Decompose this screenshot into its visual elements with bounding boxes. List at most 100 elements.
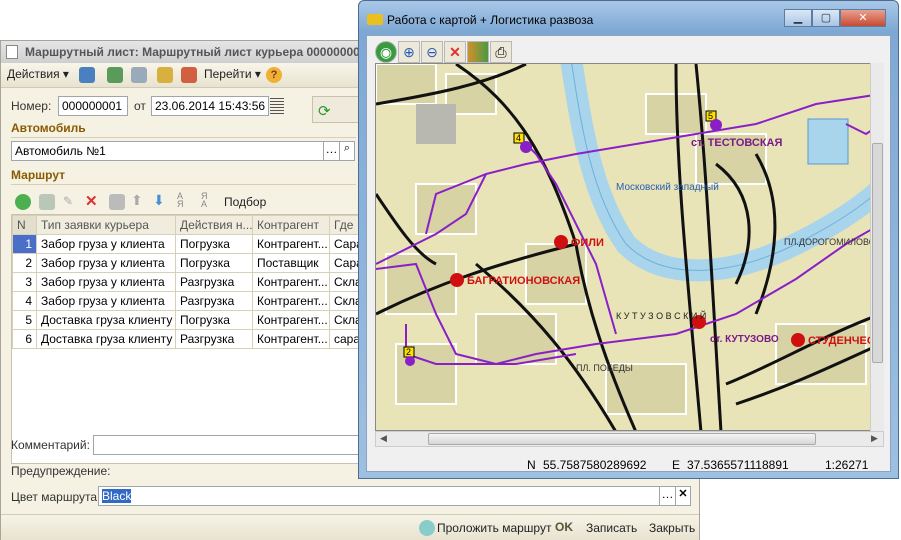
- column-header[interactable]: N: [12, 215, 37, 235]
- end-edit-icon[interactable]: [109, 194, 125, 210]
- scroll-right-arrow[interactable]: ▶: [871, 433, 878, 444]
- build-route-button[interactable]: Проложить маршрут: [437, 521, 551, 539]
- zoom-out-icon[interactable]: ⊖: [421, 41, 443, 63]
- date-from-label: от: [134, 99, 146, 113]
- cell: Сара: [329, 234, 358, 254]
- label-kutuzovsky: К У Т У З О В С К И Й: [616, 310, 706, 321]
- comment-label: Комментарий:: [11, 438, 90, 452]
- horizontal-scrollbar[interactable]: ◀ ▶: [375, 431, 884, 447]
- map-canvas[interactable]: 2 4 5 ст. ТЕСТОВСКАЯ Московский западный…: [375, 63, 880, 431]
- route-color-value: Black: [102, 489, 132, 503]
- cell: Поставщик: [252, 253, 330, 273]
- calendar-icon[interactable]: [270, 98, 284, 114]
- close-window-button[interactable]: ✕: [840, 9, 886, 27]
- clear-map-icon[interactable]: ✕: [444, 41, 466, 63]
- label-pobedy: ПЛ. ПОБЕДЫ: [576, 363, 633, 373]
- move-up-icon[interactable]: ⬆: [131, 192, 147, 208]
- edit-row-icon[interactable]: ✎: [63, 194, 79, 210]
- cell: Контрагент...: [252, 234, 330, 254]
- sort-asc-icon[interactable]: АЯ: [177, 192, 193, 209]
- save-button[interactable]: Записать: [586, 521, 637, 539]
- copy-row-icon[interactable]: [39, 194, 55, 210]
- cell: Скла: [329, 291, 358, 311]
- column-header[interactable]: Тип заявки курьера: [36, 215, 176, 235]
- table-row[interactable]: 2 Забор груза у клиента Погрузка Поставщик С…: [12, 253, 358, 273]
- sort-desc-icon[interactable]: ЯА: [201, 192, 217, 209]
- latitude-label: N: [527, 458, 536, 472]
- pond: [807, 118, 849, 165]
- window-title: Маршрутный лист: Маршрутный лист курьера…: [25, 45, 367, 59]
- vertical-scrollbar[interactable]: [870, 63, 884, 431]
- cell: 3: [12, 272, 37, 292]
- marker-2-label[interactable]: 2: [406, 347, 411, 357]
- globe-icon[interactable]: ◉: [375, 41, 397, 63]
- refresh-cycle-icon: ⟳: [318, 103, 331, 120]
- goto-menu[interactable]: Перейти ▾: [204, 67, 261, 85]
- route-color-input[interactable]: Black: [98, 486, 660, 506]
- cell: Скла: [329, 310, 358, 330]
- cell: Забор груза у клиента: [36, 234, 176, 254]
- route-color-label: Цвет маршрута:: [11, 490, 101, 504]
- column-header[interactable]: Действия н...: [175, 215, 253, 235]
- cell: Доставка груза клиенту: [36, 310, 176, 330]
- minimize-button[interactable]: ▁: [784, 9, 812, 27]
- post-icon[interactable]: [157, 67, 173, 83]
- select-button[interactable]: …: [323, 141, 340, 161]
- cell: Забор груза у клиента: [36, 253, 176, 273]
- clear-icon[interactable]: ✕: [675, 486, 691, 506]
- layers-icon[interactable]: [467, 41, 489, 63]
- map-client-area: ◉ ⊕ ⊖ ✕ ⎙ 2 4 5 ст. ТЕСТОВСКАЯ Московски…: [366, 35, 891, 472]
- document-icon: [6, 45, 18, 59]
- print-icon[interactable]: ⎙: [490, 41, 512, 63]
- zoom-in-icon[interactable]: ⊕: [398, 41, 420, 63]
- move-down-icon[interactable]: ⬇: [153, 192, 169, 208]
- add-row-icon[interactable]: [15, 194, 31, 210]
- cell: 6: [12, 329, 37, 349]
- map-scale: 1:26271: [825, 458, 869, 472]
- date-input[interactable]: 23.06.2014 15:43:56: [151, 96, 269, 116]
- cell: Разгрузка: [175, 272, 253, 292]
- label-kutuzovo: ст. КУТУЗОВО: [710, 334, 779, 345]
- longitude-value: 37.5365571118891: [687, 458, 789, 472]
- maximize-button[interactable]: ▢: [812, 9, 840, 27]
- map-svg[interactable]: 2 4 5 ст. ТЕСТОВСКАЯ Московский западный…: [376, 64, 880, 431]
- label-moskovsky: Московский западный: [616, 182, 719, 193]
- marker-4-label[interactable]: 4: [516, 133, 521, 143]
- marker-5-label[interactable]: 5: [708, 111, 713, 121]
- cell: 2: [12, 253, 37, 273]
- number-input[interactable]: 000000001: [58, 96, 128, 116]
- refresh-button[interactable]: ⟳: [312, 96, 362, 123]
- unpost-icon[interactable]: [181, 67, 197, 83]
- save-close-icon[interactable]: [79, 67, 95, 83]
- label-fili: ФИЛИ: [571, 237, 604, 249]
- table-row[interactable]: 6 Доставка груза клиенту Разгрузка Контраге…: [12, 329, 358, 349]
- cell: Скла: [329, 272, 358, 292]
- column-header[interactable]: Контрагент: [252, 215, 330, 235]
- color-select-button[interactable]: …: [659, 486, 676, 506]
- pick-button[interactable]: Подбор: [224, 195, 266, 209]
- number-label: Номер:: [11, 99, 52, 113]
- vertical-scroll-thumb[interactable]: [872, 143, 883, 363]
- horizontal-scroll-thumb[interactable]: [428, 433, 816, 445]
- table-header: N Тип заявки курьера Действия н... Контр…: [12, 215, 358, 235]
- ok-button[interactable]: OK: [555, 520, 573, 538]
- search-icon[interactable]: ⌕: [339, 141, 355, 161]
- table-row[interactable]: 5 Доставка груза клиенту Погрузка Контраген…: [12, 310, 358, 330]
- refresh-icon[interactable]: [107, 67, 123, 83]
- cell: 5: [12, 310, 37, 330]
- scroll-left-arrow[interactable]: ◀: [380, 433, 387, 444]
- label-bagrationovskaya: БАГРАТИОНОВСКАЯ: [467, 275, 580, 287]
- delete-row-icon[interactable]: ✕: [85, 192, 101, 210]
- warning-label: Предупреждение:: [11, 464, 111, 478]
- actions-menu[interactable]: Действия ▾: [7, 67, 69, 85]
- car-input[interactable]: Автомобиль №1: [11, 141, 324, 161]
- copy-icon[interactable]: [131, 67, 147, 83]
- column-header[interactable]: Где: [329, 215, 358, 235]
- table-row[interactable]: 3 Забор груза у клиента Разгрузка Контраген…: [12, 272, 358, 292]
- table-row[interactable]: 1 Забор груза у клиента Погрузка Контрагент…: [12, 234, 358, 254]
- build-route-icon: [419, 520, 435, 536]
- help-icon[interactable]: ?: [266, 67, 282, 83]
- table-row[interactable]: 4 Забор груза у клиента Разгрузка Контраген…: [12, 291, 358, 311]
- close-button[interactable]: Закрыть: [649, 521, 695, 539]
- cell: Контрагент...: [252, 329, 330, 349]
